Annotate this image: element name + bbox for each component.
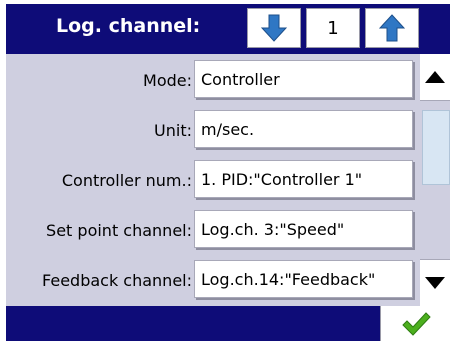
controller-num-label: Controller num.: [61,171,192,190]
settings-list: Mode: Controller Unit: m/sec. Controller… [6,54,420,306]
ok-button[interactable] [380,306,450,341]
channel-number[interactable]: 1 [306,8,360,48]
unit-label: Unit: [154,121,192,140]
unit-field[interactable]: m/sec. [194,110,413,148]
mode-field[interactable]: Controller [194,60,413,98]
feedback-channel-label: Feedback channel: [42,271,192,290]
set-point-channel-field[interactable]: Log.ch. 3:"Speed" [194,210,413,248]
feedback-channel-field[interactable]: Log.ch.14:"Feedback" [194,260,413,298]
controller-num-field[interactable]: 1. PID:"Controller 1" [194,160,413,198]
scroll-down-button[interactable] [420,259,450,306]
next-channel-button[interactable] [365,8,419,48]
scroll-up-button[interactable] [420,54,450,101]
checkmark-icon [401,311,431,336]
triangle-up-icon [425,71,445,83]
vertical-scrollbar[interactable] [420,54,450,306]
previous-channel-button[interactable] [247,8,301,48]
arrow-down-icon [261,14,287,42]
set-point-channel-label: Set point channel: [46,221,192,240]
header-bar: Log. channel: 1 [6,4,450,54]
triangle-down-icon [425,277,445,289]
arrow-up-icon [379,14,405,42]
log-channel-window: Log. channel: 1 Mode: Controller Unit: m… [6,4,450,341]
page-title: Log. channel: [56,15,201,37]
scroll-thumb[interactable] [422,110,450,185]
mode-label: Mode: [143,71,192,90]
